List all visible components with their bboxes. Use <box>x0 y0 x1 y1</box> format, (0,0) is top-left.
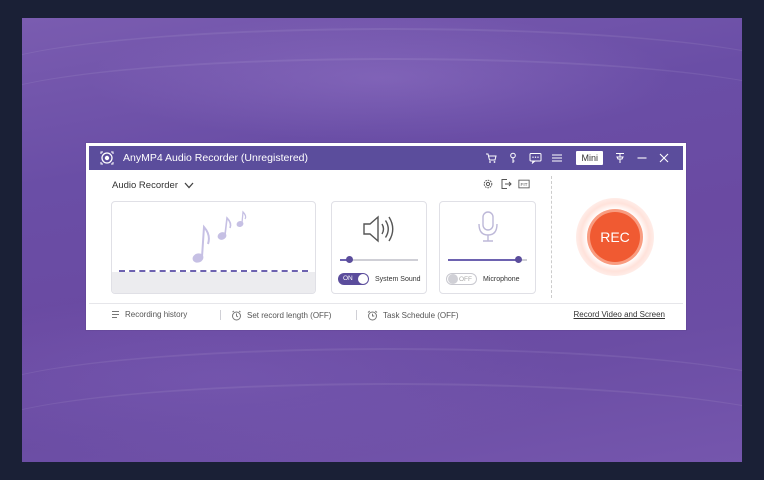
music-notes-icon <box>192 210 247 263</box>
record-video-screen-link[interactable]: Record Video and Screen <box>574 310 665 319</box>
microphone-icon <box>478 211 498 242</box>
set-record-length-button[interactable]: Set record length (OFF) <box>231 310 331 321</box>
app-logo-icon <box>99 150 115 166</box>
toggle-knob <box>448 274 458 284</box>
toggle-knob <box>358 274 368 284</box>
audio-visualizer-panel <box>111 201 316 294</box>
rec-button[interactable]: REC <box>587 209 643 265</box>
pin-icon[interactable] <box>609 146 631 170</box>
footer-bar: Recording history Set record length (OFF… <box>89 303 683 327</box>
recording-history-label: Recording history <box>125 310 188 319</box>
task-schedule-button[interactable]: Task Schedule (OFF) <box>367 310 459 321</box>
window-title: AnyMP4 Audio Recorder (Unregistered) <box>123 152 309 164</box>
fit-icon[interactable]: FIT <box>518 178 530 190</box>
set-record-length-label: Set record length (OFF) <box>247 311 332 320</box>
divider <box>551 176 552 298</box>
feedback-icon[interactable] <box>524 146 546 170</box>
close-icon[interactable] <box>653 146 675 170</box>
wallpaper-wave <box>22 58 742 150</box>
rec-button-glow: REC <box>576 198 654 276</box>
mode-label: Audio Recorder <box>112 180 179 191</box>
footer-separator <box>356 310 357 320</box>
microphone-toggle[interactable]: OFF <box>446 273 477 285</box>
title-bar[interactable]: AnyMP4 Audio Recorder (Unregistered) Min… <box>89 146 683 170</box>
cart-icon[interactable] <box>480 146 502 170</box>
footer-separator <box>220 310 221 320</box>
chevron-down-icon <box>184 182 194 189</box>
settings-gear-icon[interactable] <box>482 178 494 190</box>
recording-history-button[interactable]: Recording history <box>111 310 187 319</box>
desktop-wallpaper: AnyMP4 Audio Recorder (Unregistered) Min… <box>22 18 742 462</box>
key-icon[interactable] <box>502 146 524 170</box>
microphone-label: Microphone <box>483 275 520 283</box>
microphone-panel: OFF Microphone <box>439 201 536 294</box>
wallpaper-wave <box>22 383 742 462</box>
alarm-clock-icon <box>367 310 378 321</box>
menu-icon[interactable] <box>546 146 568 170</box>
visualizer-floor <box>112 272 315 293</box>
system-sound-label: System Sound <box>375 275 421 283</box>
speaker-icon <box>363 215 394 243</box>
timer-icon <box>232 310 241 321</box>
slider-knob[interactable] <box>514 256 522 263</box>
mode-selector[interactable]: Audio Recorder <box>112 180 194 191</box>
slider-knob[interactable] <box>346 256 354 263</box>
export-icon[interactable] <box>500 178 512 190</box>
system-sound-panel: ON System Sound <box>331 201 427 294</box>
task-schedule-label: Task Schedule (OFF) <box>383 311 459 320</box>
recorder-window: AnyMP4 Audio Recorder (Unregistered) Min… <box>86 143 686 330</box>
minimize-icon[interactable] <box>631 146 653 170</box>
recorder-body: Audio Recorder FIT ON System Sound OFF M… <box>89 170 683 304</box>
microphone-volume-slider[interactable] <box>448 256 527 263</box>
list-icon <box>112 311 119 318</box>
svg-text:FIT: FIT <box>520 182 527 187</box>
mini-mode-button[interactable]: Mini <box>576 151 603 165</box>
system-volume-slider[interactable] <box>340 256 418 263</box>
toggle-state-label: ON <box>343 274 353 282</box>
toggle-state-label: OFF <box>459 275 472 283</box>
system-sound-toggle[interactable]: ON <box>338 273 369 285</box>
